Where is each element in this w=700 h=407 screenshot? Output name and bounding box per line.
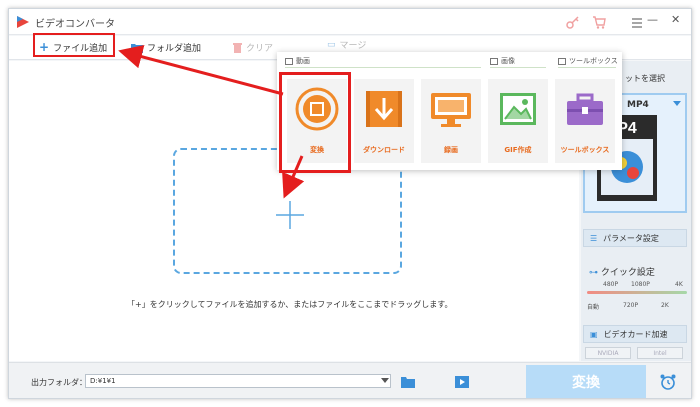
app-title: ビデオコンバータ	[35, 19, 115, 30]
alarm-clock-icon[interactable]	[659, 373, 677, 391]
quick-auto[interactable]: 自動	[587, 302, 599, 311]
output-folder-dropdown-icon[interactable]	[381, 378, 389, 383]
quick-2k[interactable]: 2K	[661, 302, 669, 309]
clear-label: クリア	[246, 44, 274, 54]
toolbox-category-icon	[558, 57, 566, 65]
toolbox-tile-label: ツールボックス	[560, 146, 610, 154]
merge-label: マージ	[339, 41, 367, 51]
toolbox-tile[interactable]: ツールボックス	[555, 79, 615, 163]
output-browse-icon[interactable]	[455, 376, 469, 388]
key-icon[interactable]	[565, 14, 581, 30]
app-logo-icon	[17, 16, 29, 28]
minimize-icon[interactable]: —	[647, 13, 658, 26]
quick-settings-icon: ⊶	[589, 268, 598, 278]
open-folder-icon[interactable]	[401, 376, 415, 388]
category-image: 画像	[490, 56, 515, 66]
drop-hint: 「+」をクリックしてファイルを追加するか、またはファイルをここまでドラッグします…	[127, 300, 453, 309]
image-icon	[500, 93, 536, 125]
gpu-acceleration-button[interactable]: ▣ ビデオカード加速	[583, 325, 687, 343]
trash-icon	[233, 42, 242, 53]
bottom-bar: 出力フォルダ： D:¥1¥1 変換	[9, 362, 691, 398]
download-icon	[366, 91, 402, 127]
gpu-acceleration-label: ビデオカード加速	[603, 329, 668, 339]
format-select-label: ットを選択	[625, 74, 665, 83]
convert-button[interactable]: 変換	[526, 365, 646, 398]
chevron-down-icon	[673, 101, 681, 106]
record-tile[interactable]: 録画	[421, 79, 481, 163]
cart-icon[interactable]	[591, 14, 607, 30]
gif-maker-tile-label: GIF作成	[504, 146, 532, 154]
quick-480p[interactable]: 480P	[603, 281, 618, 288]
image-divider	[490, 67, 546, 68]
category-video: 動画	[285, 56, 310, 66]
output-folder-field[interactable]: D:¥1¥1	[85, 374, 391, 388]
video-category-icon	[285, 57, 293, 65]
highlight-convert-tile	[279, 72, 351, 173]
video-divider	[285, 67, 481, 68]
output-folder-label: 出力フォルダ：	[31, 378, 87, 387]
folder-plus-icon	[131, 43, 143, 53]
add-plus-icon[interactable]	[275, 200, 305, 230]
image-category-icon	[490, 57, 498, 65]
format-name: MP4	[627, 100, 649, 110]
sliders-icon: ☰	[590, 233, 598, 243]
nvidia-toggle[interactable]: NVIDIA	[585, 347, 631, 359]
gif-maker-tile[interactable]: GIF作成	[488, 79, 548, 163]
intel-toggle[interactable]: Intel	[637, 347, 683, 359]
close-icon[interactable]: ✕	[671, 13, 680, 26]
merge-button[interactable]: ▭ マージ	[327, 38, 367, 52]
menu-icon[interactable]	[629, 15, 645, 31]
quick-4k[interactable]: 4K	[675, 281, 683, 288]
quick-settings-label: ⊶ クイック設定	[589, 268, 655, 278]
toolbox-icon	[567, 93, 603, 125]
title-bar: ビデオコンバータ — ✕	[9, 9, 691, 35]
category-toolbox: ツールボックス	[558, 56, 618, 66]
merge-icon: ▭	[327, 39, 336, 50]
download-tile-label: ダウンロード	[363, 146, 405, 154]
record-tile-label: 録画	[444, 146, 458, 154]
gpu-icon: ▣	[590, 329, 598, 339]
quick-720p[interactable]: 720P	[623, 302, 638, 309]
quality-slider[interactable]	[587, 291, 687, 294]
add-folder-label: フォルダ追加	[147, 44, 202, 54]
download-tile[interactable]: ダウンロード	[354, 79, 414, 163]
screen-record-icon	[431, 93, 471, 127]
highlight-add-file	[33, 33, 115, 57]
add-folder-button[interactable]: フォルダ追加	[131, 41, 201, 54]
quick-1080p[interactable]: 1080P	[631, 281, 650, 288]
toolbox-divider	[558, 67, 616, 68]
parameter-settings-label: パラメータ設定	[603, 233, 659, 243]
clear-button[interactable]: クリア	[233, 41, 273, 54]
parameter-settings-button[interactable]: ☰ パラメータ設定	[583, 229, 687, 247]
